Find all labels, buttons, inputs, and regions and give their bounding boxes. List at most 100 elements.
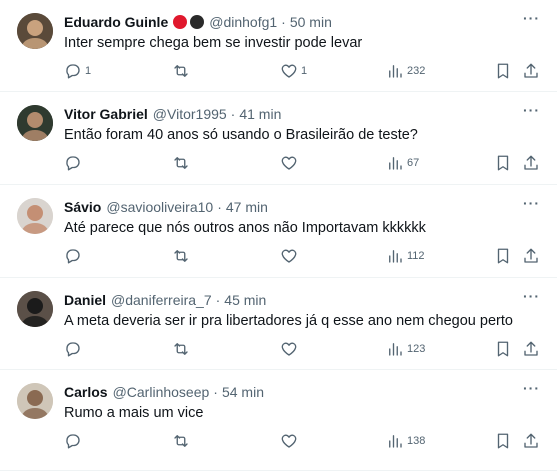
more-icon[interactable]: ··· — [523, 195, 540, 211]
views-count: 112 — [407, 250, 425, 262]
avatar[interactable] — [17, 105, 53, 141]
action-bar: 1 1 232 — [64, 62, 544, 82]
heart-icon — [280, 154, 298, 172]
tweet[interactable]: Eduardo Guinle @dinhofg1 · 50 min ··· Inter s… — [0, 0, 557, 92]
views-count: 67 — [407, 157, 420, 169]
timestamp[interactable]: 50 min — [290, 14, 332, 30]
timestamp[interactable]: 41 min — [239, 106, 281, 122]
avatar[interactable] — [17, 291, 53, 327]
badge-icon — [173, 15, 188, 29]
retweet-button[interactable] — [172, 62, 193, 80]
separator: · — [281, 14, 286, 30]
timestamp[interactable]: 45 min — [224, 292, 266, 308]
views-icon — [386, 62, 404, 80]
reply-icon — [64, 432, 82, 450]
heart-icon — [280, 247, 298, 265]
views-button[interactable]: 123 — [386, 340, 425, 358]
views-button[interactable]: 112 — [386, 247, 425, 265]
share-icon — [522, 432, 540, 450]
share-button[interactable] — [522, 432, 540, 450]
retweet-button[interactable] — [172, 432, 193, 450]
action-bar: 123 — [64, 340, 544, 360]
more-icon[interactable]: ··· — [523, 380, 540, 396]
bookmark-button[interactable] — [494, 247, 512, 265]
timestamp[interactable]: 47 min — [226, 199, 268, 215]
heart-icon — [280, 432, 298, 450]
tweet[interactable]: Sávio @saviooliveira10 · 47 min ··· Até parec… — [0, 185, 557, 278]
reply-icon — [64, 154, 82, 172]
reply-button[interactable] — [64, 340, 85, 358]
more-icon[interactable]: ··· — [523, 102, 540, 118]
reply-button[interactable] — [64, 247, 85, 265]
action-bar: 67 — [64, 154, 544, 174]
reply-button[interactable] — [64, 432, 85, 450]
share-icon — [522, 154, 540, 172]
author-handle[interactable]: @daniferreira_7 — [111, 292, 212, 308]
retweet-button[interactable] — [172, 154, 193, 172]
like-button[interactable] — [280, 432, 301, 450]
tweet-text: A meta deveria ser ir pra libertadores j… — [64, 313, 513, 329]
bookmark-button[interactable] — [494, 432, 512, 450]
share-icon — [522, 340, 540, 358]
retweet-button[interactable] — [172, 247, 193, 265]
tweet-header: Eduardo Guinle @dinhofg1 · 50 min — [64, 12, 332, 32]
author-handle[interactable]: @Carlinhoseep — [113, 384, 210, 400]
author-name[interactable]: Sávio — [64, 199, 101, 215]
retweet-button[interactable] — [172, 340, 193, 358]
more-icon[interactable]: ··· — [523, 288, 540, 304]
like-button[interactable] — [280, 340, 301, 358]
badges — [173, 15, 205, 29]
share-button[interactable] — [522, 62, 540, 80]
timestamp[interactable]: 54 min — [222, 384, 264, 400]
views-count: 232 — [407, 65, 426, 77]
avatar[interactable] — [17, 13, 53, 49]
share-button[interactable] — [522, 247, 540, 265]
views-count: 123 — [407, 343, 426, 355]
reply-button[interactable] — [64, 154, 85, 172]
share-button[interactable] — [522, 154, 540, 172]
tweet-header: Sávio @saviooliveira10 · 47 min — [64, 197, 268, 217]
heart-icon — [280, 62, 298, 80]
separator: · — [217, 199, 222, 215]
bookmark-button[interactable] — [494, 154, 512, 172]
action-bar: 138 — [64, 432, 544, 452]
share-icon — [522, 247, 540, 265]
author-name[interactable]: Daniel — [64, 292, 106, 308]
reply-button[interactable]: 1 — [64, 62, 91, 80]
views-icon — [386, 340, 404, 358]
bookmark-button[interactable] — [494, 340, 512, 358]
avatar[interactable] — [17, 198, 53, 234]
separator: · — [215, 292, 221, 308]
like-button[interactable] — [280, 154, 301, 172]
author-name[interactable]: Vitor Gabriel — [64, 106, 148, 122]
more-icon[interactable]: ··· — [523, 10, 540, 26]
author-name[interactable]: Carlos — [64, 384, 108, 400]
tweet-header: Carlos @Carlinhoseep · 54 min — [64, 382, 264, 402]
like-button[interactable] — [280, 247, 301, 265]
tweet[interactable]: Vitor Gabriel @Vitor1995 · 41 min ··· Então f… — [0, 92, 557, 185]
tweet-header: Daniel @daniferreira_7 · 45 min — [64, 290, 266, 310]
author-name[interactable]: Eduardo Guinle — [64, 14, 168, 30]
bookmark-icon — [494, 247, 512, 265]
views-button[interactable]: 67 — [386, 154, 419, 172]
views-button[interactable]: 138 — [386, 432, 425, 450]
views-icon — [386, 154, 404, 172]
bookmark-button[interactable] — [494, 62, 512, 80]
like-button[interactable]: 1 — [280, 62, 307, 80]
views-icon — [386, 432, 404, 450]
bookmark-icon — [494, 154, 512, 172]
tweet[interactable]: Carlos @Carlinhoseep · 54 min ··· Rumo a mais… — [0, 370, 557, 471]
bookmark-icon — [494, 432, 512, 450]
author-handle[interactable]: @dinhofg1 — [209, 14, 277, 30]
share-button[interactable] — [522, 340, 540, 358]
action-bar: 112 — [64, 247, 544, 267]
views-button[interactable]: 232 — [386, 62, 425, 80]
tweet[interactable]: Daniel @daniferreira_7 · 45 min ··· A meta de… — [0, 278, 557, 370]
avatar[interactable] — [17, 383, 53, 419]
separator: · — [230, 106, 236, 122]
badge-icon — [190, 15, 205, 29]
author-handle[interactable]: @Vitor1995 — [153, 106, 227, 122]
author-handle[interactable]: @saviooliveira10 — [106, 199, 213, 215]
reply-icon — [64, 340, 82, 358]
tweet-header: Vitor Gabriel @Vitor1995 · 41 min — [64, 104, 281, 124]
